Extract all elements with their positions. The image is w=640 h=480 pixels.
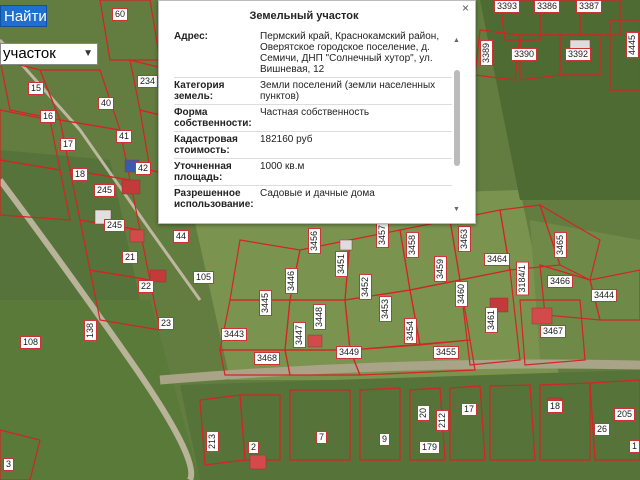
parcel-label: 3455 — [433, 346, 460, 359]
parcel-label: 3457 — [376, 222, 389, 249]
scrollbar-thumb[interactable] — [454, 70, 460, 166]
parcel-label: 44 — [173, 230, 190, 243]
parcel-label: 18 — [72, 168, 89, 181]
parcel-label: 205 — [614, 408, 636, 421]
detail-key: Разрешенное использование: — [174, 188, 254, 210]
parcel-label: 3453 — [379, 296, 392, 323]
detail-row-permitted-use: Разрешенное использование: Садовые и дач… — [174, 185, 452, 212]
detail-row-ownership: Форма собственности: Частная собственнос… — [174, 104, 452, 131]
parcel-label: 26 — [594, 423, 611, 436]
detail-row-area: Уточненная площадь: 1000 кв.м — [174, 158, 452, 185]
parcel-label: 3392 — [565, 48, 592, 61]
close-icon[interactable]: × — [462, 1, 469, 15]
parcel-label: 3449 — [336, 346, 363, 359]
parcel-label: 108 — [20, 336, 42, 349]
parcel-label: 41 — [116, 130, 133, 143]
parcel-label: 245 — [94, 184, 116, 197]
parcel-label: 16 — [40, 110, 57, 123]
parcel-label: 3459 — [434, 256, 447, 283]
detail-row-category: Категория земель: Земли поселений (земли… — [174, 77, 452, 104]
detail-row-address: Адрес: Пермский край, Краснокамский райо… — [174, 29, 452, 77]
parcel-label: 3454 — [404, 318, 417, 345]
parcel-label: 3464 — [484, 253, 511, 266]
detail-value: 1000 кв.м — [260, 161, 305, 172]
parcel-label: 3386 — [534, 0, 561, 13]
parcel-label: 18 — [547, 400, 564, 413]
parcel-info-popup: × Земельный участок Адрес: Пермский край… — [158, 0, 476, 224]
parcel-label: 3184/1 — [516, 262, 529, 296]
parcel-label: 9 — [379, 433, 391, 446]
detail-value: 182160 руб — [260, 134, 313, 145]
parcel-label: 3443 — [221, 328, 248, 341]
parcel-label: 3461 — [485, 307, 498, 334]
parcel-label: 3393 — [494, 0, 521, 13]
detail-key: Уточненная площадь: — [174, 161, 232, 183]
parcel-label: 3390 — [511, 48, 538, 61]
parcel-label: 3389 — [480, 40, 493, 67]
parcel-label: 17 — [461, 403, 478, 416]
parcel-label: 245 — [104, 219, 126, 232]
scroll-up-icon[interactable]: ▲ — [453, 37, 460, 44]
parcel-label: 3458 — [406, 232, 419, 259]
parcel-label: 3444 — [591, 289, 618, 302]
parcel-label: 105 — [193, 271, 215, 284]
parcel-label: 138 — [84, 320, 97, 342]
scroll-down-icon[interactable]: ▼ — [453, 206, 460, 213]
parcel-label: 3468 — [254, 352, 281, 365]
parcel-label: 3445 — [259, 290, 272, 317]
detail-row-cadastral-value: Кадастровая стоимость: 182160 руб — [174, 131, 452, 158]
parcel-label: 234 — [137, 75, 159, 88]
parcel-label: 212 — [436, 410, 449, 432]
parcel-label: 3456 — [308, 228, 321, 255]
parcel-label: 3 — [3, 458, 15, 471]
parcel-label: 4445 — [626, 32, 639, 59]
parcel-label: 3466 — [547, 275, 574, 288]
detail-value: Пермский край, Краснокамский район, Овер… — [260, 31, 440, 75]
parcel-label: 3387 — [576, 0, 603, 13]
parcel-label: 40 — [98, 97, 115, 110]
detail-value: Частная собственность — [260, 107, 370, 118]
parcel-label: 3448 — [313, 304, 326, 331]
parcel-label: 3452 — [359, 274, 372, 301]
parcel-label: 17 — [60, 138, 77, 151]
popup-title: Земельный участок — [249, 10, 359, 22]
detail-key: Кадастровая стоимость: — [174, 134, 238, 156]
parcel-label: 22 — [138, 280, 155, 293]
object-type-value: участок — [3, 45, 56, 62]
parcel-label: 3446 — [285, 268, 298, 295]
parcel-label: 179 — [419, 441, 441, 454]
parcel-label: 3465 — [554, 232, 567, 259]
parcel-label: 3451 — [335, 251, 348, 278]
detail-key: Категория земель: — [174, 80, 225, 102]
detail-value: Садовые и дачные дома — [260, 188, 375, 199]
parcel-label: 42 — [135, 162, 152, 175]
parcel-label: 3467 — [540, 325, 567, 338]
object-type-select[interactable]: участок ▼ — [0, 43, 98, 65]
find-button[interactable]: Найти — [0, 5, 47, 27]
parcel-label: 15 — [28, 82, 45, 95]
parcel-label: 3460 — [455, 281, 468, 308]
parcel-label: 2 — [248, 441, 260, 454]
detail-value: Земли поселений (земли населенных пункто… — [260, 80, 436, 102]
parcel-label: 3463 — [458, 226, 471, 253]
parcel-label: 60 — [112, 8, 129, 21]
parcel-label: 1 — [629, 440, 640, 453]
parcel-label: 21 — [122, 251, 139, 264]
popup-scrollbar[interactable]: ▲ ▼ — [453, 37, 461, 213]
parcel-details: Адрес: Пермский край, Краснокамский райо… — [174, 29, 452, 212]
parcel-label: 23 — [158, 317, 175, 330]
detail-key: Форма собственности: — [174, 107, 252, 129]
parcel-label: 3447 — [293, 322, 306, 349]
chevron-down-icon: ▼ — [83, 48, 93, 59]
parcel-label: 213 — [206, 431, 219, 453]
parcel-label: 7 — [316, 431, 328, 444]
parcel-label: 20 — [417, 405, 430, 422]
detail-key: Адрес: — [174, 31, 208, 42]
